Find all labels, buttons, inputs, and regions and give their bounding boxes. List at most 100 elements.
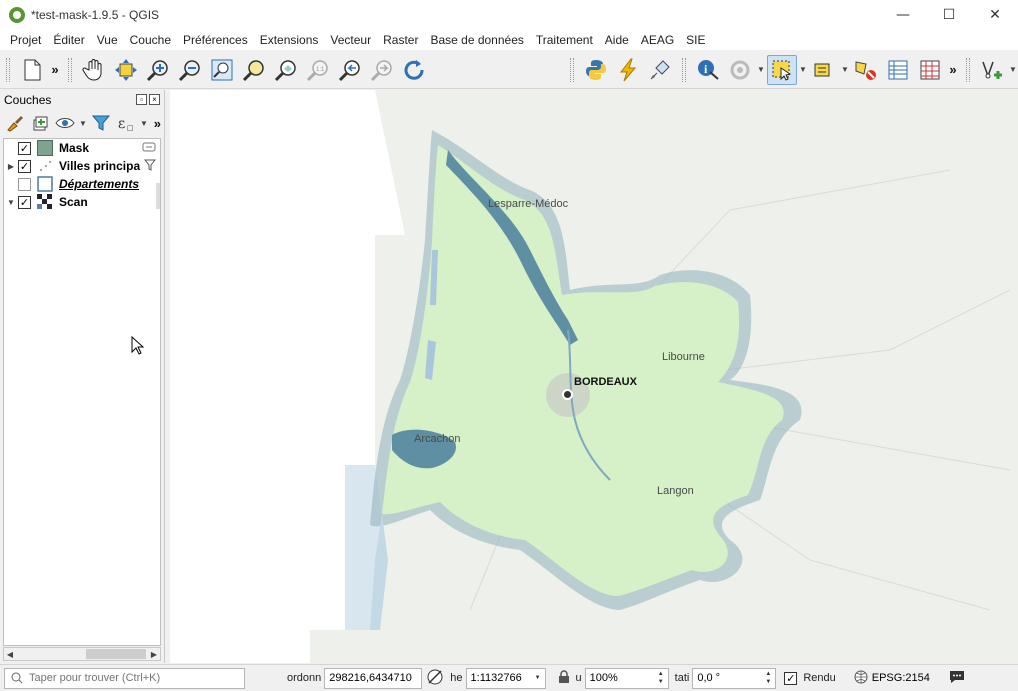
layer-visibility-checkbox[interactable] — [18, 177, 31, 191]
crs-globe-icon[interactable] — [854, 670, 868, 687]
refresh-icon[interactable] — [399, 55, 429, 85]
layer-tree: ✓ Mask ▶ ✓ Villes principa Départements … — [3, 138, 161, 646]
pan-icon[interactable] — [79, 55, 109, 85]
statistics-icon[interactable] — [915, 55, 945, 85]
magnifier-spinner-icon[interactable]: ▲ ▼ — [658, 670, 664, 686]
toolbar-handle[interactable] — [68, 57, 72, 82]
tree-horizontal-scrollbar[interactable]: ◀ ▶ — [3, 647, 161, 661]
menu-sie[interactable]: SIE — [680, 33, 711, 47]
add-group-icon[interactable] — [29, 112, 52, 134]
deselect-icon[interactable] — [851, 55, 881, 85]
close-button[interactable]: ✕ — [972, 0, 1018, 30]
identify-icon[interactable]: i — [693, 55, 723, 85]
menu-aeag[interactable]: AEAG — [635, 33, 680, 47]
zoom-out-icon[interactable] — [175, 55, 205, 85]
menu-aide[interactable]: Aide — [599, 33, 635, 47]
magnifier-field[interactable]: 100% ▲ ▼ — [584, 667, 669, 689]
menu-extensions[interactable]: Extensions — [254, 33, 325, 47]
select-features-icon[interactable] — [767, 54, 797, 85]
new-project-icon[interactable] — [17, 55, 47, 85]
menu-traitement[interactable]: Traitement — [530, 33, 599, 47]
layer-row-villes[interactable]: ▶ ✓ Villes principa — [4, 157, 160, 175]
toolbar-handle[interactable] — [682, 57, 686, 82]
plugin-icon[interactable] — [645, 55, 675, 85]
scroll-left-icon[interactable]: ◀ — [4, 650, 16, 659]
layer-indicator-icon[interactable] — [142, 142, 156, 155]
crs-label[interactable]: EPSG:2154 — [872, 672, 930, 684]
python-icon[interactable] — [581, 55, 611, 85]
float-panel-icon[interactable]: ▫ — [136, 94, 147, 105]
menu-vecteur[interactable]: Vecteur — [324, 33, 377, 47]
scale-value: 1:1132766 — [470, 672, 522, 684]
toolbar-more-1[interactable]: » — [48, 62, 62, 77]
digitize-dropdown[interactable]: ▼ — [1008, 65, 1018, 74]
menu-editer[interactable]: Éditer — [47, 33, 90, 47]
attribute-table-icon[interactable] — [883, 55, 913, 85]
locator-input[interactable] — [29, 672, 229, 684]
polygon-fill-icon — [37, 140, 53, 156]
layer-row-mask[interactable]: ✓ Mask — [4, 139, 160, 157]
layer-visibility-checkbox[interactable]: ✓ — [18, 141, 31, 155]
action-dropdown[interactable]: ▼ — [756, 65, 766, 74]
expression-filter-icon[interactable]: ε □ — [114, 112, 137, 134]
rotation-spinner-icon[interactable]: ▲ ▼ — [765, 670, 771, 686]
visibility-icon[interactable] — [54, 112, 77, 134]
render-checkbox[interactable]: ✓ — [784, 671, 798, 685]
select-value-dropdown[interactable]: ▼ — [840, 65, 850, 74]
layers-panel-toolbar: ▼ ε □ ▼ » — [0, 110, 164, 136]
zoom-next-icon[interactable] — [367, 55, 397, 85]
minimize-button[interactable]: — — [880, 0, 926, 30]
zoom-layer-icon[interactable] — [271, 55, 301, 85]
menu-preferences[interactable]: Préférences — [177, 33, 254, 47]
filter-icon[interactable] — [90, 112, 113, 134]
rotation-label: tati — [674, 672, 690, 684]
coordinate-toggle-icon[interactable] — [426, 668, 444, 689]
style-layer-icon[interactable] — [4, 112, 27, 134]
toolbar-handle[interactable] — [570, 57, 574, 82]
select-by-value-icon[interactable] — [809, 55, 839, 85]
scroll-thumb[interactable] — [86, 649, 146, 659]
zoom-in-icon[interactable] — [143, 55, 173, 85]
tree-vertical-scrollbar[interactable] — [156, 183, 160, 209]
digitize-icon[interactable] — [977, 55, 1007, 85]
lock-scale-icon[interactable] — [558, 669, 570, 687]
scroll-right-icon[interactable]: ▶ — [148, 650, 160, 659]
close-panel-icon[interactable]: × — [149, 94, 160, 105]
coordinate-field[interactable]: 298216,6434710 — [324, 667, 423, 689]
menu-couche[interactable]: Couche — [124, 33, 177, 47]
rotation-field[interactable]: 0,0 ° ▲ ▼ — [692, 667, 777, 689]
panel-toolbar-more[interactable]: » — [151, 116, 164, 131]
menu-raster[interactable]: Raster — [377, 33, 424, 47]
map-label-bordeaux: BORDEAUX — [574, 376, 637, 388]
zoom-native-icon[interactable]: 1:1 — [303, 55, 333, 85]
filter-indicator-icon[interactable] — [143, 159, 157, 174]
map-canvas[interactable]: Lesparre-Médoc BORDEAUX Libourne Arcacho… — [170, 90, 1018, 663]
zoom-full-icon[interactable] — [207, 55, 237, 85]
messages-icon[interactable] — [948, 669, 966, 688]
locator-search[interactable] — [4, 667, 245, 689]
scale-dropdown-icon[interactable]: ▼ — [535, 674, 541, 682]
visibility-dropdown[interactable]: ▼ — [78, 119, 87, 128]
layer-row-scan[interactable]: ▼ ✓ Scan — [4, 193, 160, 211]
collapsed-expander-icon[interactable]: ▶ — [4, 162, 18, 171]
menu-vue[interactable]: Vue — [91, 33, 124, 47]
scale-field[interactable]: 1:1132766 ▼ — [465, 667, 546, 689]
expression-dropdown[interactable]: ▼ — [139, 119, 148, 128]
zoom-last-icon[interactable] — [335, 55, 365, 85]
map-label-arcachon: Arcachon — [414, 433, 461, 445]
layer-row-departements[interactable]: Départements — [4, 175, 160, 193]
toolbar-more-2[interactable]: » — [946, 62, 960, 77]
toolbar-handle[interactable] — [6, 57, 10, 82]
action-icon[interactable] — [725, 55, 755, 85]
expanded-expander-icon[interactable]: ▼ — [4, 198, 18, 207]
layer-visibility-checkbox[interactable]: ✓ — [18, 195, 31, 209]
select-dropdown[interactable]: ▼ — [798, 65, 808, 74]
layer-visibility-checkbox[interactable]: ✓ — [18, 159, 31, 173]
zoom-selection-icon[interactable] — [239, 55, 269, 85]
toolbar-handle[interactable] — [966, 57, 970, 82]
menu-projet[interactable]: Projet — [4, 33, 47, 47]
menu-base-de-donnees[interactable]: Base de données — [424, 33, 529, 47]
maximize-button[interactable]: ☐ — [926, 0, 972, 30]
pan-to-selection-icon[interactable] — [111, 55, 141, 85]
processing-icon[interactable] — [613, 55, 643, 85]
